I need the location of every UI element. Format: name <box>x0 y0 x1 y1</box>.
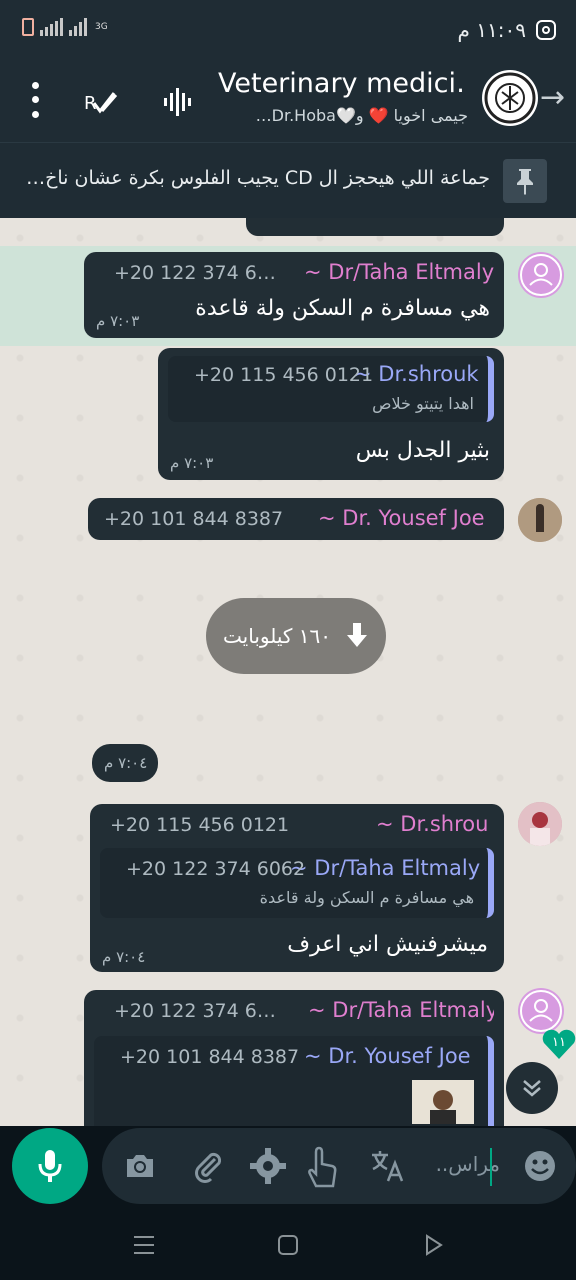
back-arrow-icon[interactable]: → <box>540 80 565 115</box>
message-text: هي مسافرة م السكن ولة قاعدة <box>195 296 490 321</box>
input-bar: مراس.. <box>0 1126 576 1210</box>
message-bubble[interactable]: ~ Dr/Taha Eltmaly +20 122 374 6… ~ Dr. Y… <box>84 990 504 1126</box>
touch-hand-icon[interactable] <box>300 1146 340 1188</box>
menu-nav-icon[interactable] <box>124 1230 164 1260</box>
message-phone: +20 115 456 0121 <box>110 814 290 836</box>
pinned-message-text: جماعة اللي هيحجز ال CD يجيب الفلوس بكرة … <box>26 167 490 189</box>
message-sender[interactable]: ~ Dr.shrouk <box>376 812 490 836</box>
gear-icon[interactable] <box>248 1146 288 1186</box>
quoted-text: هي مسافرة م السكن ولة قاعدة <box>259 888 474 907</box>
signal-indicators: 3G <box>22 18 108 36</box>
message-sender[interactable]: ~ Dr. Yousef Joe <box>318 506 490 530</box>
message-bubble[interactable]: ~ Dr.shrouk +20 115 456 0121 ~ Dr/Taha E… <box>90 804 504 972</box>
quoted-image-thumbnail <box>412 1080 474 1124</box>
avatar[interactable] <box>518 802 562 846</box>
quoted-message[interactable]: ~ Dr. Yousef Joe +20 101 844 8387 <box>94 1036 494 1126</box>
message-sender[interactable]: ~ Dr/Taha Eltmaly <box>304 260 494 284</box>
quoted-message[interactable]: ~ Dr.shrouk +20 115 456 0121 اهدا يتيتو … <box>168 356 494 422</box>
message-time: ٧:٠٤ م <box>104 754 148 772</box>
message-phone: +20 122 374 6… <box>114 1000 276 1022</box>
voice-chat-icon[interactable] <box>158 82 198 122</box>
scroll-to-bottom-button[interactable] <box>506 1062 558 1114</box>
group-title[interactable]: Veterinary medici… <box>218 68 468 99</box>
group-avatar[interactable] <box>482 70 538 126</box>
attach-icon[interactable] <box>188 1146 228 1186</box>
system-nav-bar <box>0 1210 576 1280</box>
message-bubble-time[interactable]: ٧:٠٤ م <box>92 744 158 782</box>
status-bar: 3G ١١:٠٩ م <box>0 0 576 60</box>
instagram-icon <box>536 20 556 40</box>
download-arrow-icon <box>346 623 367 647</box>
download-size: ١٦٠ كيلوبايت <box>223 624 331 648</box>
more-options-icon[interactable] <box>24 78 46 122</box>
chat-header: R Veterinary medici… جيمى اخويا ❤️ و🤍Dr.… <box>0 60 576 142</box>
quoted-text: اهدا يتيتو خلاص <box>372 394 474 413</box>
camera-icon[interactable] <box>120 1146 160 1186</box>
group-members[interactable]: جيمى اخويا ❤️ و🤍Dr.Hoba… <box>218 106 468 125</box>
message-bubble[interactable]: ~ Dr/Taha Eltmaly +20 122 374 6… هي مساف… <box>84 252 504 338</box>
back-nav-icon[interactable] <box>414 1230 454 1260</box>
translate-icon[interactable] <box>368 1146 408 1186</box>
quoted-message[interactable]: ~ Dr/Taha Eltmaly +20 122 374 6062 هي مس… <box>100 848 494 918</box>
pin-icon <box>503 159 547 203</box>
emoji-icon[interactable] <box>520 1146 560 1186</box>
message-text: ميشرفنيش اني اعرف <box>287 932 488 957</box>
message-time: ٧:٠٤ م <box>102 948 146 966</box>
mark-read-icon[interactable]: R <box>80 82 120 122</box>
avatar[interactable] <box>518 252 564 298</box>
unread-mentions-badge[interactable]: ١١ <box>541 1028 576 1060</box>
quoted-phone: +20 115 456 0121 <box>194 364 374 386</box>
clock: ١١:٠٩ م <box>457 18 526 42</box>
message-sender[interactable]: ~ Dr/Taha Eltmaly <box>308 998 494 1022</box>
message-bubble[interactable]: ~ Dr.shrouk +20 115 456 0121 اهدا يتيتو … <box>158 348 504 480</box>
message-bubble[interactable]: ~ Dr. Yousef Joe +20 101 844 8387 <box>88 498 504 540</box>
download-button[interactable]: ١٦٠ كيلوبايت <box>206 598 386 674</box>
text-cursor <box>490 1148 492 1186</box>
quoted-sender: ~ Dr/Taha Eltmaly <box>290 856 481 880</box>
mic-button[interactable] <box>12 1128 88 1204</box>
message-time: ٧:٠٣ م <box>170 454 214 472</box>
message-bubble-partial <box>246 218 504 236</box>
home-nav-icon[interactable] <box>268 1230 308 1260</box>
chat-area[interactable]: ~ Dr/Taha Eltmaly +20 122 374 6… هي مساف… <box>0 218 576 1126</box>
double-chevron-down-icon <box>523 1080 541 1097</box>
quoted-sender: ~ Dr. Yousef Joe <box>304 1044 471 1068</box>
message-time: ٧:٠٣ م <box>96 312 140 330</box>
quoted-phone: +20 101 844 8387 <box>120 1046 300 1068</box>
message-phone: +20 101 844 8387 <box>104 508 284 530</box>
pinned-message-bar[interactable]: جماعة اللي هيحجز ال CD يجيب الفلوس بكرة … <box>0 142 576 219</box>
quoted-phone: +20 122 374 6062 <box>126 858 306 880</box>
message-placeholder: مراس.. <box>435 1152 500 1176</box>
unread-count: ١١ <box>552 1034 566 1050</box>
avatar[interactable] <box>518 498 562 542</box>
signal-bars-icon <box>40 18 87 36</box>
mic-icon <box>38 1150 62 1182</box>
message-text: بثير الجدل بس <box>355 438 490 463</box>
message-input-field[interactable]: مراس.. <box>102 1128 576 1204</box>
message-phone: +20 122 374 6… <box>114 262 276 284</box>
sim-icon <box>22 18 34 36</box>
network-type: 3G <box>95 22 108 32</box>
